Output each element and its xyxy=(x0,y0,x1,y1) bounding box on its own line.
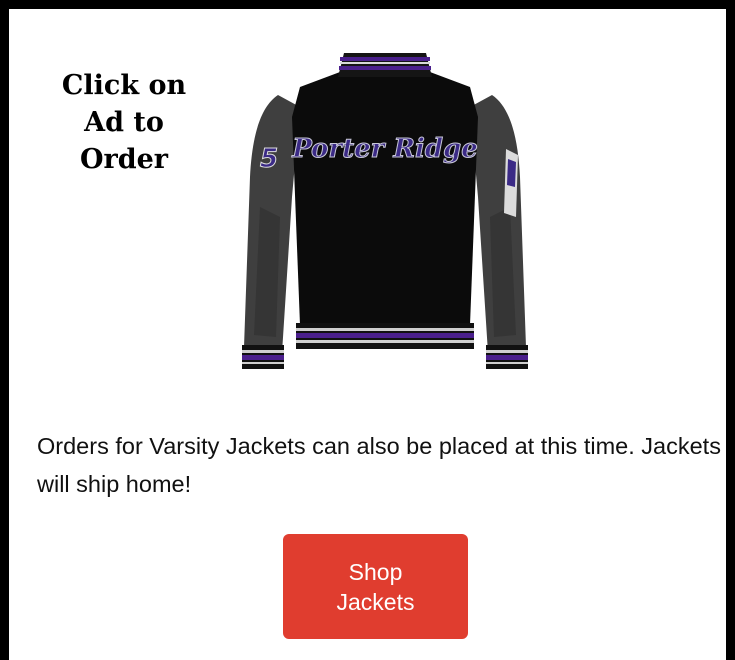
shop-jackets-button[interactable]: Shop Jackets xyxy=(283,534,468,639)
jacket-collar xyxy=(338,53,432,77)
jacket-number-text: 5 xyxy=(260,144,278,174)
cta-line: Click on xyxy=(61,70,187,101)
button-line: Shop xyxy=(348,558,403,585)
jacket-script-text: Porter Ridge xyxy=(291,134,478,164)
button-line: Jackets xyxy=(336,588,415,615)
varsity-jacket-description: Orders for Varsity Jackets can also be p… xyxy=(37,433,721,497)
cta-line: Order xyxy=(79,144,169,175)
varsity-jacket-image[interactable]: Porter Ridge 5 xyxy=(230,47,540,375)
jacket-body xyxy=(292,69,478,325)
click-to-order-text: Click on Ad to Order xyxy=(39,67,209,178)
cta-line: Ad to xyxy=(84,107,164,138)
